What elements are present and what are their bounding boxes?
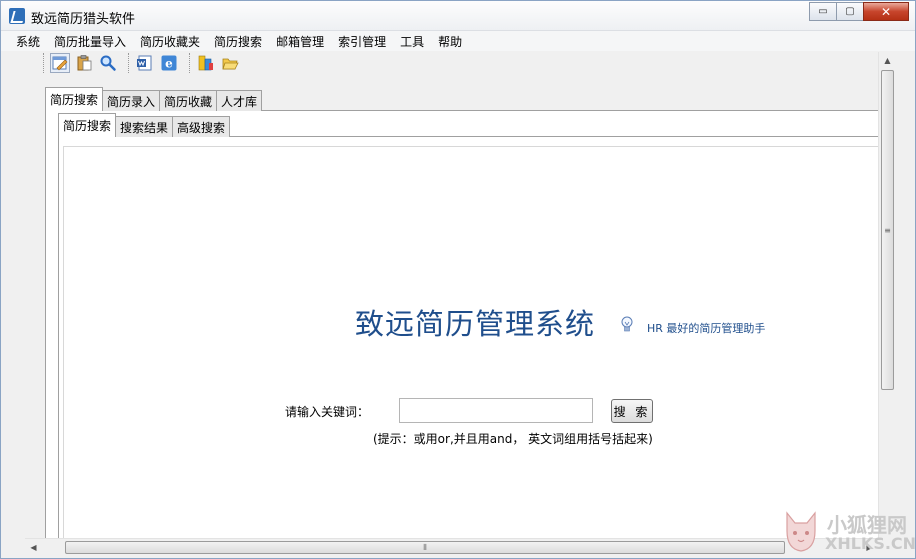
edit-icon <box>52 56 68 71</box>
window-title: 致远简历猎头软件 <box>31 12 136 27</box>
restore-icon: ▢ <box>845 6 855 17</box>
search-button[interactable]: 搜 索 <box>611 399 653 423</box>
tab-advanced-search[interactable]: 高级搜索 <box>172 116 231 137</box>
search-content-area <box>63 146 881 540</box>
close-icon: ✕ <box>880 4 892 19</box>
minimize-button[interactable]: ▭ <box>809 2 837 21</box>
colors-button[interactable] <box>196 53 216 73</box>
colors-icon <box>198 55 213 71</box>
scroll-left-icon[interactable]: ◀ <box>25 539 42 556</box>
app-logo-icon <box>9 8 25 24</box>
close-button[interactable]: ✕ <box>863 2 909 21</box>
tab-talent-pool[interactable]: 人才库 <box>216 90 263 111</box>
menu-index[interactable]: 索引管理 <box>331 31 393 51</box>
watermark-text-en: XHLKS.CN <box>825 534 916 553</box>
tab-search[interactable]: 简历搜索 <box>58 113 117 137</box>
word-icon <box>137 55 152 71</box>
maximize-button[interactable]: ▢ <box>836 2 864 21</box>
menu-batch-import[interactable]: 简历批量导入 <box>47 31 133 51</box>
search-hint: (提示：或用or,并且用and， 英文词组用括号括起来) <box>373 432 653 446</box>
folder-icon <box>222 58 239 70</box>
window-controls: ▭ ▢ ✕ <box>809 2 909 21</box>
outer-tab-strip: 简历搜索 简历录入 简历收藏 人才库 <box>45 87 263 111</box>
menu-help[interactable]: 帮助 <box>431 31 469 51</box>
horizontal-scrollbar[interactable]: ◀ ⦀ ▶ <box>25 538 878 555</box>
menu-tools[interactable]: 工具 <box>393 31 431 51</box>
tab-resume-entry[interactable]: 简历录入 <box>102 90 161 111</box>
word-button[interactable] <box>135 53 155 73</box>
toolbar-separator <box>128 53 129 73</box>
inner-tab-strip: 简历搜索 搜索结果 高级搜索 <box>58 113 231 137</box>
app-window: 致远简历猎头软件 ▭ ▢ ✕ 系统 简历批量导入 简历收藏夹 简历搜索 邮箱管理… <box>0 0 916 559</box>
clipboard-button[interactable] <box>74 53 94 73</box>
menu-mailbox[interactable]: 邮箱管理 <box>269 31 331 51</box>
menu-favorites[interactable]: 简历收藏夹 <box>133 31 207 51</box>
fox-logo-icon <box>786 511 816 552</box>
toolbar: e <box>37 52 244 74</box>
clipboard-icon <box>77 55 92 71</box>
edit-button[interactable] <box>50 53 70 73</box>
watermark: 小狐狸网 XHLKS.CN <box>781 507 916 557</box>
tab-resume-favorites[interactable]: 简历收藏 <box>159 90 218 111</box>
horizontal-scroll-thumb[interactable]: ⦀ <box>65 541 785 554</box>
ie-button[interactable]: e <box>159 53 179 73</box>
scroll-up-icon[interactable]: ▲ <box>879 52 896 69</box>
search-icon <box>100 55 116 71</box>
minimize-icon: ▭ <box>818 6 828 17</box>
tagline: HR 最好的简历管理助手 <box>647 322 766 335</box>
vertical-scroll-thumb[interactable]: ≡ <box>881 70 894 390</box>
vertical-scrollbar[interactable]: ▲ ≡ <box>878 52 895 538</box>
title-bar[interactable]: 致远简历猎头软件 ▭ ▢ ✕ <box>1 1 915 31</box>
menu-system[interactable]: 系统 <box>9 31 47 51</box>
search-tool-button[interactable] <box>98 53 118 73</box>
svg-text:e: e <box>165 57 173 71</box>
folder-button[interactable] <box>220 53 240 73</box>
menu-resume-search[interactable]: 简历搜索 <box>207 31 269 51</box>
page-title: 致远简历管理系统 <box>355 307 596 341</box>
menu-bar: 系统 简历批量导入 简历收藏夹 简历搜索 邮箱管理 索引管理 工具 帮助 <box>1 31 915 51</box>
toolbar-separator <box>43 53 44 73</box>
lightbulb-icon <box>621 316 633 332</box>
tab-search-results[interactable]: 搜索结果 <box>115 116 174 137</box>
ie-icon: e <box>161 55 177 71</box>
tab-resume-search[interactable]: 简历搜索 <box>45 87 104 111</box>
toolbar-separator <box>189 53 190 73</box>
keyword-input[interactable] <box>399 398 593 423</box>
keyword-label: 请输入关键词： <box>285 405 370 419</box>
